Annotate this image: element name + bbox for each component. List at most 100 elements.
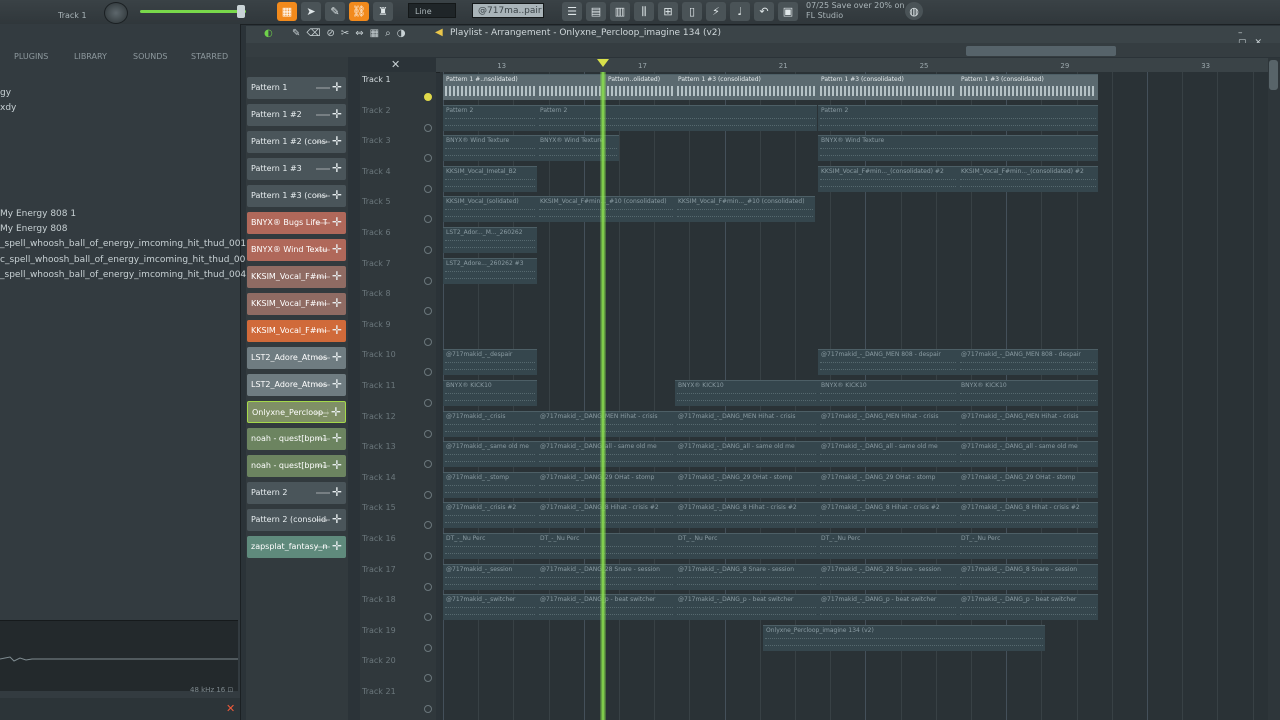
add-icon[interactable]: ✛ [332, 485, 342, 499]
playlist-clip[interactable]: @717makid_-_DANG_MEN Hihat - crisis [818, 410, 958, 437]
add-icon[interactable]: ✛ [332, 458, 342, 472]
playlist-clip[interactable]: Pattern 2 [537, 104, 817, 131]
playlist-clip[interactable]: Pattern 2 [443, 104, 537, 131]
track-mute-led[interactable] [424, 123, 432, 132]
playlist-clip[interactable]: @717makid_-_DANG_MEN Hihat - crisis [958, 410, 1098, 437]
playlist-clip[interactable]: Pattern 1 #..nsolidated) [443, 74, 537, 100]
playlist-clip[interactable]: @717makid_-_DANG_p - beat switcher [675, 594, 818, 621]
browser-item[interactable]: My Energy 808 [0, 224, 68, 234]
add-icon[interactable]: ✛ [332, 107, 342, 121]
pattern-selector[interactable]: @717ma..pair [472, 3, 544, 18]
track-header[interactable]: Track 13 [362, 442, 396, 451]
master-knob[interactable] [104, 2, 128, 24]
arrow-button[interactable]: ➤ [301, 2, 321, 21]
timeline-ruler[interactable] [436, 58, 1268, 73]
playlist-clip[interactable]: Onlyxne_Percloop_imagine 134 (v2) [763, 624, 1045, 651]
track-header[interactable]: Track 16 [362, 534, 396, 543]
playlist-clip[interactable]: @717makid_-_DANG_8 Hihat - crisis #2 [675, 502, 818, 529]
playlist-clip[interactable]: @717makid_-_DANG_29 OHat - stomp [818, 471, 958, 498]
track-mute-led[interactable] [424, 429, 432, 438]
playlist-clip[interactable]: BNYX® Wind Texture [443, 135, 537, 162]
picker-item[interactable]: Pattern 2 (consolidat...✛ [247, 509, 346, 531]
picker-item[interactable]: noah - quest[bpm11...✛ [247, 455, 346, 477]
channel-rack-button[interactable]: ▥ [610, 2, 630, 21]
playlist-clip[interactable]: Pattern 1 #3 (consolidated) [958, 74, 1098, 100]
playlist-button[interactable]: ☰ [562, 2, 582, 21]
track-mute-led[interactable] [424, 399, 432, 407]
tab-starred[interactable]: STARRED [191, 52, 228, 61]
tab-plugins[interactable]: PLUGINS [14, 52, 48, 61]
playlist-clip[interactable]: KKSIM_Vocal_Imetal_B2 [443, 165, 537, 192]
add-icon[interactable]: ✛ [332, 431, 342, 445]
play-arrow-icon[interactable]: ◀ [435, 27, 443, 38]
playlist-clip[interactable]: @717makid_-_DANG_MEN Hihat - crisis [675, 410, 818, 437]
news-button[interactable]: ▣ [778, 2, 798, 21]
track-header[interactable]: Track 10 [362, 350, 396, 359]
vertical-scrollbar[interactable] [1268, 58, 1280, 720]
playlist-clip[interactable]: @717makid_-_DANG_MEN 808 - despair [818, 349, 958, 376]
file-button[interactable]: ▯ [682, 2, 702, 21]
picker-item[interactable]: KKSIM_Vocal_F#min...✛ [247, 266, 346, 288]
track-mute-led[interactable] [424, 552, 432, 560]
picker-item[interactable]: Pattern 1 #2 (consoli...✛ [247, 131, 346, 153]
picker-item[interactable]: Pattern 1 #3 ✛ [247, 158, 346, 180]
playlist-clip[interactable]: DT_-_Nu Perc [958, 533, 1098, 559]
waveform-preview[interactable] [0, 620, 238, 691]
playlist-clip[interactable]: @717makid_-_DANG_p - beat switcher [818, 594, 958, 621]
playlist-clip[interactable]: KKSIM_Vocal_F#min..._#10 (consolidated) [537, 196, 675, 223]
undo-button[interactable]: ↶ [754, 2, 774, 21]
picker-item[interactable]: Onlyxne_Percloop_i...✛ [247, 401, 346, 423]
track-header[interactable]: Track 12 [362, 412, 396, 421]
picker-item[interactable]: Pattern 1 #3 (consoli...✛ [247, 185, 346, 207]
online-button[interactable]: ◍ [905, 2, 923, 20]
playlist-clip[interactable]: BNYX® KICK10 [818, 380, 958, 406]
track-mute-led[interactable] [424, 246, 432, 254]
playlist-clip[interactable]: @717makid_-_despair [443, 349, 537, 376]
add-icon[interactable]: ✛ [332, 269, 342, 283]
playlist-clip[interactable]: Pattern 1 #3 (consolidated) [675, 74, 818, 100]
picker-item[interactable]: Pattern 1 ✛ [247, 77, 346, 99]
playlist-clip[interactable]: @717makid_-_DANG_28 Snare - session [818, 563, 958, 590]
playlist-clip[interactable]: @717makid_-_DANG_MEN 808 - despair [958, 349, 1098, 376]
track-mute-led[interactable] [424, 643, 432, 652]
link-button[interactable]: ⛓ [349, 2, 369, 21]
track-mute-led[interactable] [424, 582, 432, 591]
playlist-clip[interactable]: @717makid_-_switcher [443, 594, 537, 621]
playlist-clip[interactable]: @717makid_-_DANG_29 OHat - stomp [958, 471, 1098, 498]
track-header[interactable]: Track 15 [362, 503, 396, 512]
playlist-clip[interactable]: @717makid_-_DANG_29 OHat - stomp [675, 471, 818, 498]
browser-item[interactable]: gy [0, 88, 11, 98]
add-icon[interactable]: ✛ [332, 512, 342, 526]
playlist-clip[interactable]: BNYX® KICK10 [443, 380, 537, 406]
playlist-clip[interactable]: @717makid_-_DANG_8 Hihat - crisis #2 [537, 502, 675, 529]
add-icon[interactable]: ✛ [332, 539, 342, 553]
playlist-clip[interactable]: DT_-_Nu Perc [537, 533, 675, 559]
track-mute-led[interactable] [424, 184, 432, 193]
playlist-clip[interactable]: @717makid_-_session [443, 563, 537, 590]
playhead-marker[interactable] [597, 59, 609, 67]
add-icon[interactable]: ✛ [332, 188, 342, 202]
track-header[interactable]: Track 1 [362, 75, 391, 84]
picker-item[interactable]: zapsplat_fantasy_m...✛ [247, 536, 346, 558]
playlist-clip[interactable]: Pattern 2 [818, 104, 1098, 131]
playlist-clip[interactable]: @717makid_-_DANG_MEN Hihat - crisis [537, 410, 675, 437]
playlist-clip[interactable]: @717makid_-_DANG_8 Hihat - crisis #2 [958, 502, 1098, 529]
playlist-clip[interactable]: BNYX® Wind Texture [818, 135, 1098, 162]
track-header[interactable]: Track 8 [362, 289, 391, 298]
promo-message[interactable]: 07/25 Save over 20% on FL Studio [806, 1, 904, 21]
add-icon[interactable]: ✛ [332, 296, 342, 310]
track-header[interactable]: Track 6 [362, 228, 391, 237]
track-header[interactable]: Track 9 [362, 320, 391, 329]
playlist-clip[interactable]: BNYX® KICK10 [675, 380, 818, 406]
playlist-tools[interactable]: ✎⌫⊘✂⇔▦⌕◑ [292, 28, 411, 39]
track-mute-led[interactable] [424, 490, 432, 499]
playlist-clip[interactable]: @717makid_-_DANG_8 Hihat - crisis #2 [818, 502, 958, 529]
track-mute-led[interactable] [424, 337, 432, 346]
picker-item[interactable]: BNYX® Wind Texture ✛ [247, 239, 346, 261]
playlist-clip[interactable]: @717makid_-_DANG_all - same old me [537, 441, 675, 468]
add-icon[interactable]: ✛ [332, 242, 342, 256]
scrollbar-thumb[interactable] [1269, 60, 1278, 90]
playlist-clip[interactable]: DT_-_Nu Perc [675, 533, 818, 559]
track-mute-led[interactable] [424, 705, 432, 713]
add-icon[interactable]: ✛ [332, 161, 342, 175]
